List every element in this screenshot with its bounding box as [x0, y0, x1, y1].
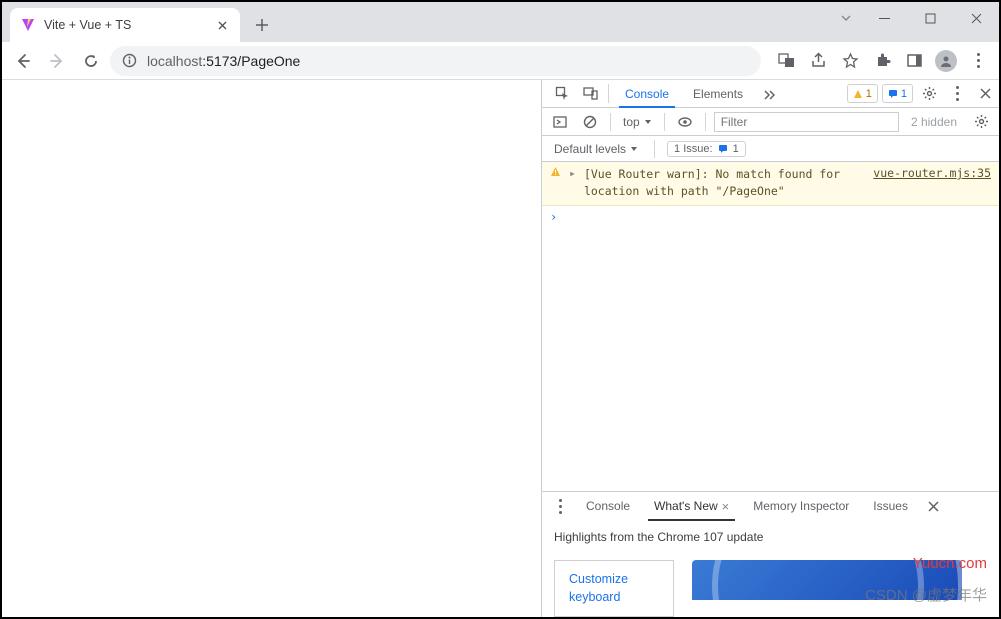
page-viewport	[2, 80, 541, 617]
translate-icon[interactable]	[771, 46, 801, 76]
content-area: Console Elements 1 1	[2, 80, 999, 617]
hidden-messages[interactable]: 2 hidden	[905, 115, 963, 129]
console-filter-bar: Default levels 1 Issue: 1	[542, 136, 999, 162]
watermark-author: CSDN @虚梦年华	[865, 584, 987, 605]
warning-message: [Vue Router warn]: No match found for lo…	[584, 166, 865, 201]
settings-icon[interactable]	[915, 80, 943, 107]
console-warning-row[interactable]: ▸ [Vue Router warn]: No match found for …	[542, 162, 999, 206]
more-tabs-icon[interactable]	[755, 80, 783, 107]
devtools-close-icon[interactable]	[971, 80, 999, 107]
bookmark-icon[interactable]	[835, 46, 865, 76]
address-bar[interactable]: localhost:5173/PageOne	[110, 46, 761, 76]
avatar-icon	[935, 50, 957, 72]
tab-title: Vite + Vue + TS	[44, 18, 206, 32]
vite-favicon-icon	[20, 17, 36, 33]
extensions-icon[interactable]	[867, 46, 897, 76]
minimize-button[interactable]	[861, 2, 907, 34]
reload-button[interactable]	[76, 46, 106, 76]
drawer-tab-issues[interactable]: Issues	[861, 492, 920, 520]
console-sidebar-icon[interactable]	[548, 110, 572, 134]
watermark-site: Yuucn.com	[913, 555, 987, 572]
profile-button[interactable]	[931, 46, 961, 76]
console-settings-icon[interactable]	[969, 110, 993, 134]
log-levels-selector[interactable]: Default levels	[550, 142, 642, 156]
messages-badge[interactable]: 1	[882, 84, 913, 103]
window-controls	[831, 2, 999, 34]
console-prompt[interactable]: ›	[542, 206, 999, 228]
inspect-element-icon[interactable]	[548, 80, 576, 107]
clear-console-icon[interactable]	[578, 110, 602, 134]
share-icon[interactable]	[803, 46, 833, 76]
sidepanel-icon[interactable]	[899, 46, 929, 76]
drawer-headline: Highlights from the Chrome 107 update	[542, 520, 999, 550]
menu-button[interactable]	[963, 46, 993, 76]
close-tab-icon[interactable]: ×	[722, 499, 730, 514]
tab-console[interactable]: Console	[613, 80, 681, 107]
maximize-button[interactable]	[907, 2, 953, 34]
drawer-tabs: Console What's New× Memory Inspector Iss…	[542, 492, 999, 520]
drawer-close-icon[interactable]	[920, 492, 948, 520]
drawer-menu-icon[interactable]	[546, 492, 574, 520]
devtools-panel: Console Elements 1 1	[541, 80, 999, 617]
filter-input[interactable]	[714, 112, 899, 132]
back-button[interactable]	[8, 46, 38, 76]
console-toolbar: top 2 hidden	[542, 108, 999, 136]
console-output: ▸ [Vue Router warn]: No match found for …	[542, 162, 999, 491]
tab-elements[interactable]: Elements	[681, 80, 755, 107]
live-expression-icon[interactable]	[673, 110, 697, 134]
devtools-menu-icon[interactable]	[943, 80, 971, 107]
warning-icon	[550, 166, 561, 201]
close-window-button[interactable]	[953, 2, 999, 34]
whatsnew-card-link[interactable]: Customize keyboard	[554, 560, 674, 617]
issues-indicator[interactable]: 1 Issue: 1	[667, 141, 746, 157]
url-text: localhost:5173/PageOne	[147, 53, 300, 69]
window-dropdown-icon[interactable]	[831, 12, 861, 24]
close-tab-icon[interactable]	[214, 17, 230, 33]
drawer-tab-whatsnew[interactable]: What's New×	[642, 492, 741, 520]
warning-source-link[interactable]: vue-router.mjs:35	[873, 166, 991, 201]
warnings-badge[interactable]: 1	[847, 84, 878, 103]
toolbar-actions	[765, 46, 993, 76]
expand-caret-icon[interactable]: ▸	[569, 166, 576, 201]
browser-toolbar: localhost:5173/PageOne	[2, 42, 999, 80]
site-info-icon[interactable]	[122, 53, 137, 68]
drawer-tab-memory[interactable]: Memory Inspector	[741, 492, 861, 520]
devtools-tabs: Console Elements 1 1	[542, 80, 999, 108]
browser-tab[interactable]: Vite + Vue + TS	[10, 8, 240, 42]
device-toolbar-icon[interactable]	[576, 80, 604, 107]
context-selector[interactable]: top	[619, 115, 656, 129]
drawer-tab-console[interactable]: Console	[574, 492, 642, 520]
forward-button[interactable]	[42, 46, 72, 76]
new-tab-button[interactable]	[248, 11, 276, 39]
kebab-icon	[977, 53, 980, 68]
